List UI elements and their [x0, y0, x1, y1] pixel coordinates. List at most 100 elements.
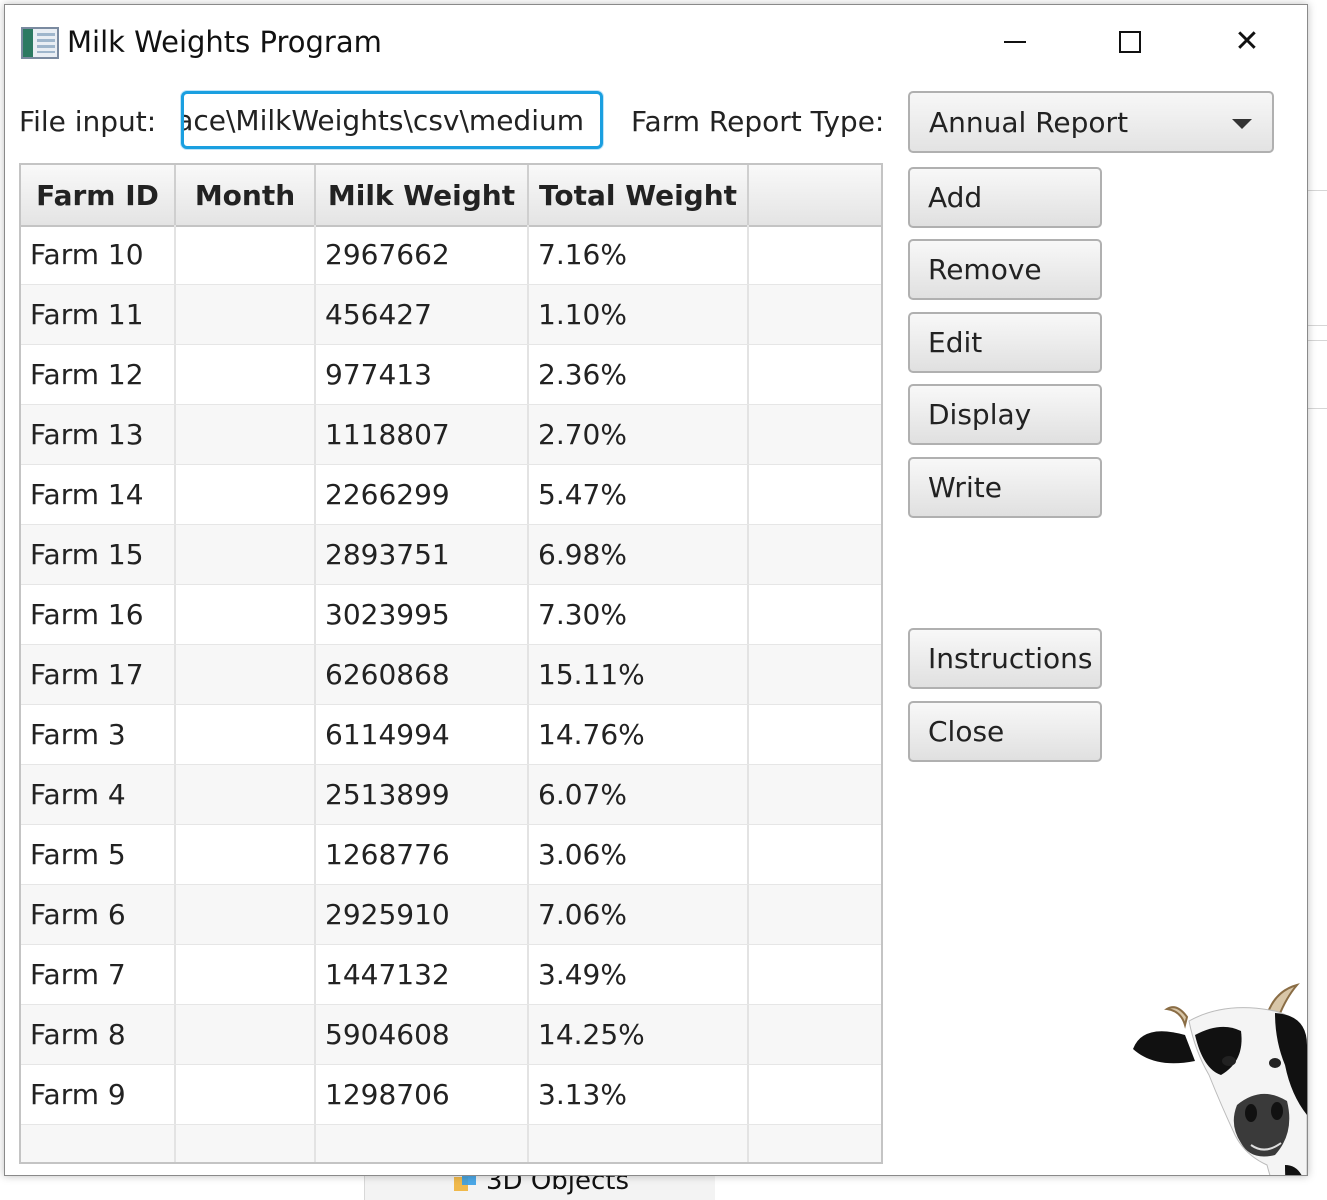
cell-extra: [749, 1065, 881, 1124]
cell-total-weight: 3.06%: [529, 825, 749, 884]
cell-milk-weight: 6114994: [316, 705, 529, 764]
maximize-icon: [1119, 31, 1141, 53]
column-header-milk-weight[interactable]: Milk Weight: [316, 165, 529, 225]
column-header-month[interactable]: Month: [176, 165, 316, 225]
cell-farm-id: Farm 16: [21, 585, 176, 644]
cell-farm-id: Farm 7: [21, 945, 176, 1004]
cell-extra: [749, 885, 881, 944]
cell-extra: [749, 825, 881, 884]
cell-month: [176, 645, 316, 704]
cell-extra: [749, 345, 881, 404]
cell-month: [176, 465, 316, 524]
table-row[interactable]: Farm 6 2925910 7.06%: [21, 885, 881, 945]
cell-month: [176, 585, 316, 644]
cell-milk-weight: 6260868: [316, 645, 529, 704]
cell-milk-weight: 2967662: [316, 225, 529, 284]
cell-farm-id: Farm 8: [21, 1005, 176, 1064]
title-bar[interactable]: Milk Weights Program ✕: [5, 5, 1307, 77]
table-row[interactable]: [21, 1125, 881, 1162]
cell-farm-id: Farm 13: [21, 405, 176, 464]
table-row[interactable]: Farm 9 1298706 3.13%: [21, 1065, 881, 1125]
add-button[interactable]: Add: [908, 167, 1102, 228]
cell-farm-id: Farm 9: [21, 1065, 176, 1124]
cell-milk-weight: 1268776: [316, 825, 529, 884]
cell-farm-id: Farm 4: [21, 765, 176, 824]
table-row[interactable]: Farm 14 2266299 5.47%: [21, 465, 881, 525]
close-button[interactable]: Close: [908, 701, 1102, 762]
cell-extra: [749, 525, 881, 584]
cell-extra: [749, 765, 881, 824]
cell-extra: [749, 405, 881, 464]
cell-extra: [749, 1125, 881, 1162]
minimize-button[interactable]: [975, 19, 1055, 65]
instructions-button[interactable]: Instructions: [908, 628, 1102, 689]
table-row[interactable]: Farm 16 3023995 7.30%: [21, 585, 881, 645]
table-row[interactable]: Farm 12 977413 2.36%: [21, 345, 881, 405]
cell-total-weight: 6.98%: [529, 525, 749, 584]
cell-farm-id: [21, 1125, 176, 1162]
cell-milk-weight: 1447132: [316, 945, 529, 1004]
table-row[interactable]: Farm 4 2513899 6.07%: [21, 765, 881, 825]
cell-month: [176, 1065, 316, 1124]
farm-table[interactable]: Farm ID Month Milk Weight Total Weight F…: [19, 163, 883, 1164]
maximize-button[interactable]: [1090, 19, 1170, 65]
cow-image: [1133, 983, 1307, 1175]
file-input-label: File input:: [19, 105, 157, 138]
table-row[interactable]: Farm 11 456427 1.10%: [21, 285, 881, 345]
cell-total-weight: 14.76%: [529, 705, 749, 764]
close-window-button[interactable]: ✕: [1207, 19, 1287, 65]
cell-month: [176, 1125, 316, 1162]
cell-milk-weight: [316, 1125, 529, 1162]
column-header-total-weight[interactable]: Total Weight: [529, 165, 749, 225]
cell-extra: [749, 225, 881, 284]
cell-milk-weight: 5904608: [316, 1005, 529, 1064]
cell-milk-weight: 1298706: [316, 1065, 529, 1124]
cell-farm-id: Farm 17: [21, 645, 176, 704]
report-type-selected: Annual Report: [929, 105, 1129, 139]
write-button[interactable]: Write: [908, 457, 1102, 518]
table-row[interactable]: Farm 5 1268776 3.06%: [21, 825, 881, 885]
cell-farm-id: Farm 12: [21, 345, 176, 404]
cell-total-weight: 7.30%: [529, 585, 749, 644]
cell-total-weight: 7.06%: [529, 885, 749, 944]
table-row[interactable]: Farm 15 2893751 6.98%: [21, 525, 881, 585]
cell-farm-id: Farm 10: [21, 225, 176, 284]
cell-month: [176, 705, 316, 764]
cell-farm-id: Farm 6: [21, 885, 176, 944]
cell-month: [176, 825, 316, 884]
table-row[interactable]: Farm 17 6260868 15.11%: [21, 645, 881, 705]
table-header: Farm ID Month Milk Weight Total Weight: [21, 165, 881, 227]
cell-month: [176, 405, 316, 464]
cell-extra: [749, 465, 881, 524]
app-window-icon: [21, 27, 59, 59]
remove-button[interactable]: Remove: [908, 239, 1102, 300]
chevron-down-icon: [1232, 119, 1252, 129]
cell-milk-weight: 2513899: [316, 765, 529, 824]
report-type-label: Farm Report Type:: [631, 105, 885, 138]
cell-milk-weight: 2893751: [316, 525, 529, 584]
report-type-dropdown[interactable]: Annual Report: [908, 91, 1274, 153]
cell-total-weight: 2.70%: [529, 405, 749, 464]
table-row[interactable]: Farm 13 1118807 2.70%: [21, 405, 881, 465]
cell-total-weight: 15.11%: [529, 645, 749, 704]
cell-month: [176, 1005, 316, 1064]
file-input-field[interactable]: ace\MilkWeights\csv\medium: [181, 91, 603, 149]
cell-extra: [749, 585, 881, 644]
column-header-farm-id[interactable]: Farm ID: [21, 165, 176, 225]
table-row[interactable]: Farm 7 1447132 3.49%: [21, 945, 881, 1005]
cell-month: [176, 285, 316, 344]
cell-total-weight: 2.36%: [529, 345, 749, 404]
cell-total-weight: 6.07%: [529, 765, 749, 824]
table-row[interactable]: Farm 10 2967662 7.16%: [21, 225, 881, 285]
cell-milk-weight: 456427: [316, 285, 529, 344]
cell-extra: [749, 1005, 881, 1064]
cell-total-weight: 3.49%: [529, 945, 749, 1004]
client-area: File input: ace\MilkWeights\csv\medium F…: [5, 77, 1307, 1175]
cell-total-weight: 1.10%: [529, 285, 749, 344]
table-row[interactable]: Farm 3 6114994 14.76%: [21, 705, 881, 765]
table-row[interactable]: Farm 8 5904608 14.25%: [21, 1005, 881, 1065]
display-button[interactable]: Display: [908, 384, 1102, 445]
cell-month: [176, 765, 316, 824]
edit-button[interactable]: Edit: [908, 312, 1102, 373]
cell-farm-id: Farm 15: [21, 525, 176, 584]
